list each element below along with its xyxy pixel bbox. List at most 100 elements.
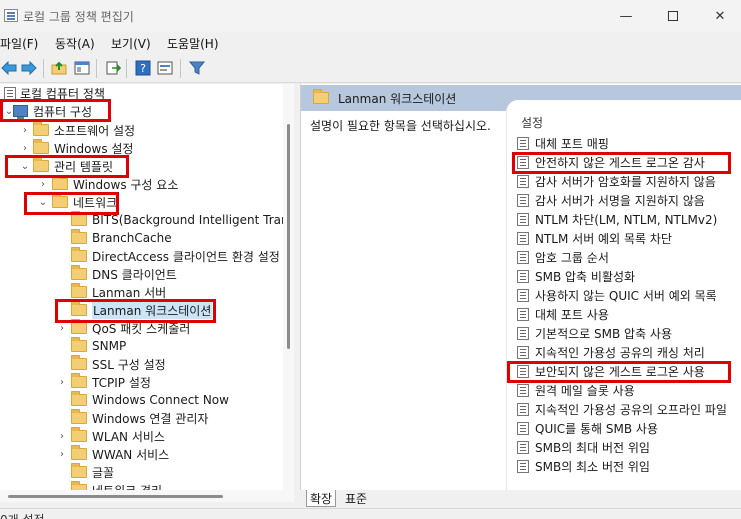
setting-label: NTLM 차단(LM, NTLM, NTLMv2) xyxy=(535,212,718,227)
policy-setting-icon xyxy=(517,421,529,435)
export-icon xyxy=(106,61,121,75)
tree-expander-icon[interactable]: ⌄ xyxy=(20,157,30,175)
setting-item[interactable]: 안전하지 않은 게스트 로그온 감사 xyxy=(517,153,705,171)
folder-icon xyxy=(71,337,87,352)
tree-expander-icon[interactable]: › xyxy=(57,373,67,391)
tree-item[interactable]: Windows Connect Now xyxy=(71,391,229,409)
tree-label: DNS 클라이언트 xyxy=(92,267,177,282)
tab-standard[interactable]: 표준 xyxy=(342,490,370,507)
tree-label: WLAN 서비스 xyxy=(92,429,165,444)
filter-icon xyxy=(189,61,205,75)
tree-item[interactable]: Windows 설정 xyxy=(33,139,133,157)
help-button[interactable]: ? xyxy=(134,59,152,77)
app-icon xyxy=(4,9,18,22)
up-folder-button[interactable] xyxy=(50,59,68,77)
setting-label: 보안되지 않은 게스트 로그온 사용 xyxy=(535,364,705,379)
minimize-button[interactable]: — xyxy=(603,0,649,32)
setting-item[interactable]: SMB의 최소 버전 위임 xyxy=(517,457,650,475)
tree-item[interactable]: BITS(Background Intelligent Transfer Ser… xyxy=(71,211,293,229)
menu-file[interactable]: 파일(F) xyxy=(0,35,38,52)
tree-item[interactable]: SNMP xyxy=(71,337,126,355)
forward-arrow-icon xyxy=(21,61,37,75)
folder-icon xyxy=(71,409,87,424)
tree-expander-icon[interactable]: › xyxy=(57,319,67,337)
menu-action[interactable]: 동작(A) xyxy=(55,35,95,52)
policy-setting-icon xyxy=(517,364,529,378)
folder-icon xyxy=(71,445,87,460)
details-pane: Lanman 워크스테이션 설명이 필요한 항목을 선택하십시오. 설정 대체 … xyxy=(300,84,741,490)
setting-item[interactable]: 사용하지 않는 QUIC 서버 예외 목록 xyxy=(517,286,717,304)
tree-item[interactable]: WWAN 서비스 xyxy=(71,445,169,463)
console-tree-icon xyxy=(74,61,90,75)
maximize-button[interactable] xyxy=(650,0,696,32)
setting-item[interactable]: SMB 압축 비활성화 xyxy=(517,267,635,285)
folder-icon xyxy=(71,391,87,406)
forward-button[interactable] xyxy=(20,59,38,77)
tree-item[interactable]: 네트워크 격리 xyxy=(71,481,162,490)
policy-setting-icon xyxy=(517,440,529,454)
tree-item[interactable]: QoS 패킷 스케줄러 xyxy=(71,319,190,337)
folder-icon xyxy=(71,211,87,226)
show-hide-tree-button[interactable] xyxy=(73,59,91,77)
menu-help[interactable]: 도움말(H) xyxy=(167,35,219,52)
tree-item[interactable]: WLAN 서비스 xyxy=(71,427,165,445)
tree-item[interactable]: DirectAccess 클라이언트 환경 설정 xyxy=(71,247,280,265)
setting-item[interactable]: NTLM 서버 예외 목록 차단 xyxy=(517,229,672,247)
tree-label: Windows 연결 관리자 xyxy=(92,411,209,426)
export-list-button[interactable] xyxy=(104,59,122,77)
setting-item[interactable]: NTLM 차단(LM, NTLM, NTLMv2) xyxy=(517,210,717,228)
folder-icon xyxy=(313,89,329,104)
tree-expander-icon[interactable]: › xyxy=(20,139,30,157)
tree-item[interactable]: 소프트웨어 설정 xyxy=(33,121,135,139)
tree-expander-icon[interactable]: ⌄ xyxy=(38,193,48,211)
tree-vertical-scrollbar[interactable] xyxy=(283,84,294,490)
close-button[interactable]: ✕ xyxy=(697,0,741,32)
folder-icon xyxy=(71,463,87,478)
setting-item[interactable]: 암호 그룹 순서 xyxy=(517,248,609,266)
setting-item[interactable]: 감사 서버가 서명을 지원하지 않음 xyxy=(517,191,705,209)
tree-expander-icon[interactable]: › xyxy=(20,121,30,139)
tree-item[interactable]: Lanman 서버 xyxy=(71,283,166,301)
tree-expander-icon[interactable]: › xyxy=(38,175,48,193)
setting-item[interactable]: 지속적인 가용성 공유의 오프라인 파일 xyxy=(517,400,727,418)
tree-expander-icon[interactable]: › xyxy=(57,427,67,445)
menu-view[interactable]: 보기(V) xyxy=(111,35,151,52)
tree-item[interactable]: DNS 클라이언트 xyxy=(71,265,177,283)
setting-item[interactable]: 대체 포트 매핑 xyxy=(517,134,609,152)
tree-item[interactable]: BranchCache xyxy=(71,229,172,247)
policy-setting-icon xyxy=(517,307,529,321)
setting-item[interactable]: 원격 메일 슬롯 사용 xyxy=(517,381,635,399)
setting-item[interactable]: QUIC를 통해 SMB 사용 xyxy=(517,419,658,437)
tree-item[interactable]: 네트워크 xyxy=(52,193,117,211)
tree-item[interactable]: 글꼴 xyxy=(71,463,114,481)
setting-item[interactable]: 보안되지 않은 게스트 로그온 사용 xyxy=(517,362,705,380)
policy-setting-icon xyxy=(517,288,529,302)
policy-setting-icon xyxy=(517,345,529,359)
tab-extended[interactable]: 확장 xyxy=(306,490,337,507)
setting-item[interactable]: SMB의 최대 버전 위임 xyxy=(517,438,650,456)
properties-button[interactable] xyxy=(156,59,174,77)
tree-item[interactable]: 관리 템플릿 xyxy=(33,157,113,175)
tree-item[interactable]: TCPIP 설정 xyxy=(71,373,151,391)
tree-item[interactable]: Lanman 워크스테이션 xyxy=(71,301,213,319)
settings-column-header[interactable]: 설정 xyxy=(521,114,543,131)
tree-item[interactable]: Windows 구성 요소 xyxy=(52,175,178,193)
folder-icon xyxy=(33,139,49,154)
setting-item[interactable]: 지속적인 가용성 공유의 캐싱 처리 xyxy=(517,343,705,361)
back-arrow-icon xyxy=(1,61,17,75)
tree-item[interactable]: SSL 구성 설정 xyxy=(71,355,166,373)
setting-label: 대체 포트 사용 xyxy=(535,307,609,322)
setting-item[interactable]: 기본적으로 SMB 압축 사용 xyxy=(517,324,672,342)
tree-horizontal-scrollbar[interactable] xyxy=(0,490,294,502)
help-icon: ? xyxy=(135,60,151,76)
tree-label: 로컬 컴퓨터 정책 xyxy=(20,86,105,101)
tree-item[interactable]: Windows 연결 관리자 xyxy=(71,409,208,427)
tree-expander-icon[interactable]: › xyxy=(57,445,67,463)
back-button[interactable] xyxy=(0,59,18,77)
filter-button[interactable] xyxy=(188,59,206,77)
setting-item[interactable]: 대체 포트 사용 xyxy=(517,305,609,323)
setting-item[interactable]: 감사 서버가 암호화를 지원하지 않음 xyxy=(517,172,716,190)
tree-root[interactable]: 로컬 컴퓨터 정책 xyxy=(4,84,105,102)
tree-item[interactable]: 컴퓨터 구성 xyxy=(13,102,92,120)
computer-icon xyxy=(13,105,28,119)
